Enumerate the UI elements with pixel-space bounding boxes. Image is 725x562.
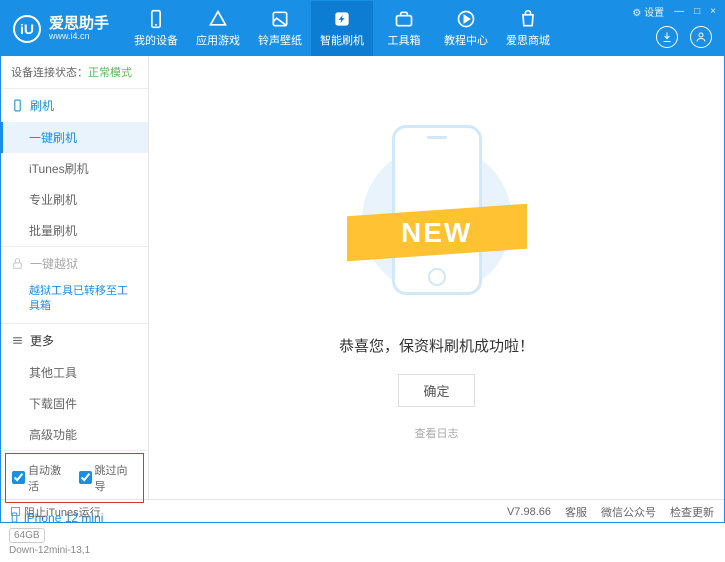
app-url: www.i4.cn [49,31,109,41]
settings-link[interactable]: ⚙ 设置 [630,4,666,19]
sidebar-item-pro[interactable]: 专业刷机 [1,184,148,215]
new-badge: NEW [401,216,472,248]
sidebar-item-oneclick[interactable]: 一键刷机 [1,122,148,153]
nav-ringtones[interactable]: 铃声壁纸 [249,1,311,56]
device-info: Down-12mini-13,1 [9,545,140,556]
minimize-button[interactable]: — [672,6,686,17]
version-label: V7.98.66 [507,506,551,518]
checkbox-skip-guide[interactable]: 跳过向导 [79,462,138,494]
phone-icon [146,9,166,29]
options-highlighted: 自动激活 跳过向导 [5,453,144,503]
success-message: 恭喜您，保资料刷机成功啦！ [339,335,534,356]
sidebar-section-more[interactable]: 更多 [1,324,148,357]
nav-apps[interactable]: 应用游戏 [187,1,249,56]
sidebar-item-itunes[interactable]: iTunes刷机 [1,153,148,184]
ok-button[interactable]: 确定 [398,374,474,407]
download-button[interactable] [656,26,678,48]
nav-tabs: 我的设备 应用游戏 铃声壁纸 智能刷机 工具箱 教程中心 爱思商城 [125,1,559,56]
window-controls: ⚙ 设置 — □ × [630,4,718,19]
logo-area: iU 爱思助手 www.i4.cn [1,15,121,43]
app-title: 爱思助手 [49,16,109,31]
success-illustration: NEW [357,115,517,315]
toolbox-icon [394,9,414,29]
sidebar: 设备连接状态：正常模式 刷机 一键刷机 iTunes刷机 专业刷机 批量刷机 一… [1,56,149,499]
nav-flash[interactable]: 智能刷机 [311,1,373,56]
check-update-link[interactable]: 检查更新 [670,504,714,520]
nav-store[interactable]: 爱思商城 [497,1,559,56]
user-button[interactable] [690,26,712,48]
store-icon [518,9,538,29]
sidebar-item-firmware[interactable]: 下载固件 [1,388,148,419]
flash-icon [332,9,352,29]
maximize-button[interactable]: □ [692,6,702,17]
jailbreak-note: 越狱工具已转移至工具箱 [1,280,148,323]
apps-icon [208,9,228,29]
nav-toolbox[interactable]: 工具箱 [373,1,435,56]
sidebar-item-other[interactable]: 其他工具 [1,357,148,388]
main-content: NEW 恭喜您，保资料刷机成功啦！ 确定 查看日志 [149,56,724,499]
tutorial-icon [456,9,476,29]
download-icon [661,31,673,43]
view-log-link[interactable]: 查看日志 [415,425,459,441]
checkbox-auto-activate[interactable]: 自动激活 [12,462,71,494]
close-button[interactable]: × [708,6,718,17]
app-header: iU 爱思助手 www.i4.cn 我的设备 应用游戏 铃声壁纸 智能刷机 工具… [1,1,724,56]
customer-service-link[interactable]: 客服 [565,504,587,520]
menu-icon [11,334,24,347]
device-storage: 64GB [9,528,45,543]
nav-tutorials[interactable]: 教程中心 [435,1,497,56]
sidebar-section-flash[interactable]: 刷机 [1,89,148,122]
sidebar-item-batch[interactable]: 批量刷机 [1,215,148,246]
app-logo-icon: iU [13,15,41,43]
phone-icon [11,99,24,112]
checkbox-block-itunes[interactable]: 阻止iTunes运行 [11,504,101,520]
connection-status: 设备连接状态：正常模式 [1,56,148,89]
wallpaper-icon [270,9,290,29]
nav-my-device[interactable]: 我的设备 [125,1,187,56]
user-icon [695,31,707,43]
sidebar-section-jailbreak[interactable]: 一键越狱 [1,247,148,280]
lock-icon [11,257,24,270]
wechat-link[interactable]: 微信公众号 [601,504,656,520]
sidebar-item-advanced[interactable]: 高级功能 [1,419,148,450]
